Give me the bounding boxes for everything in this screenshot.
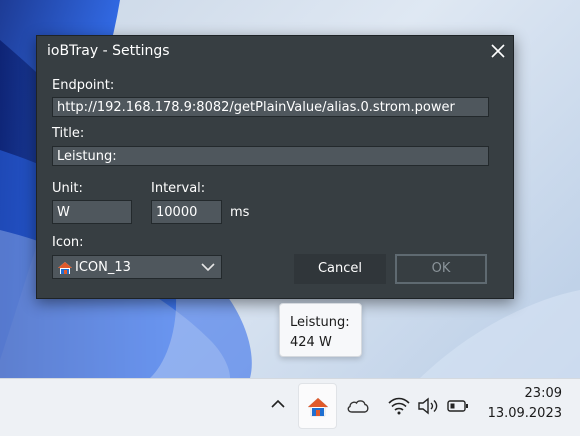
wifi-icon[interactable] xyxy=(388,397,410,415)
tooltip-title: Leistung: xyxy=(290,315,350,330)
cloud-icon[interactable] xyxy=(346,398,370,414)
dialog-titlebar[interactable]: ioBTray - Settings xyxy=(37,36,513,66)
battery-icon[interactable] xyxy=(447,399,469,413)
chevron-down-icon xyxy=(201,263,215,272)
endpoint-input[interactable]: http://192.168.178.9:8082/getPlainValue/… xyxy=(52,97,489,117)
icon-select-value: ICON_13 xyxy=(75,260,131,275)
close-button[interactable] xyxy=(483,36,513,66)
ok-button[interactable]: OK xyxy=(395,254,487,284)
title-label: Title: xyxy=(52,126,85,141)
volume-icon[interactable] xyxy=(417,397,439,415)
dialog-title: ioBTray - Settings xyxy=(47,43,170,59)
house-icon xyxy=(58,262,72,274)
icon-label: Icon: xyxy=(52,235,84,250)
settings-dialog: ioBTray - Settings Endpoint: http://192.… xyxy=(36,35,514,299)
taskbar: 23:09 13.09.2023 xyxy=(0,378,580,436)
chevron-up-icon[interactable] xyxy=(270,399,286,409)
iobtray-house-icon xyxy=(307,397,329,417)
cancel-button[interactable]: Cancel xyxy=(294,254,386,284)
clock-time[interactable]: 23:09 xyxy=(510,386,562,401)
unit-input[interactable]: W xyxy=(52,200,132,224)
title-input[interactable]: Leistung: xyxy=(52,146,489,166)
close-icon xyxy=(491,44,505,58)
iobtray-tray-button[interactable] xyxy=(298,383,337,429)
tray-tooltip: Leistung: 424 W xyxy=(279,303,362,357)
tooltip-value: 424 W xyxy=(290,335,332,350)
endpoint-label: Endpoint: xyxy=(52,78,115,93)
clock-date[interactable]: 13.09.2023 xyxy=(478,406,562,421)
icon-select[interactable]: ICON_13 xyxy=(52,255,222,279)
unit-label: Unit: xyxy=(52,181,83,196)
interval-input[interactable]: 10000 xyxy=(151,200,222,224)
interval-label: Interval: xyxy=(151,181,206,196)
interval-unit-label: ms xyxy=(230,205,250,220)
